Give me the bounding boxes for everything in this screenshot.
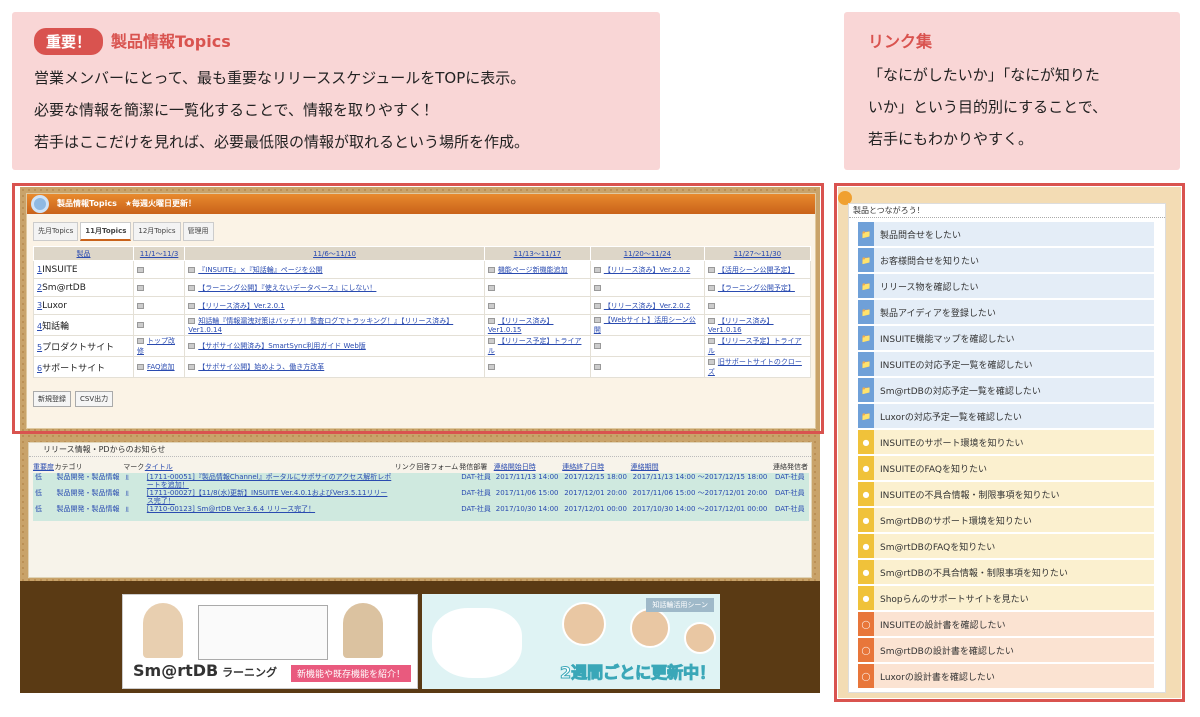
topics-callout: 重要！ 製品情報Topics 営業メンバーにとって、最も重要なリリーススケジュール… (12, 12, 660, 170)
release-table: 重要度 カテゴリ マーク タイトル リンク 回答フォーム 発信部署 連絡開始日時… (33, 461, 809, 521)
column-header[interactable]: 連絡期間 (631, 461, 773, 473)
column-header: マーク (123, 463, 145, 471)
column-header: 回答フォーム (416, 463, 459, 471)
person-image (343, 603, 383, 658)
column-header[interactable]: タイトル (145, 461, 395, 473)
person-image (562, 602, 606, 646)
person-image (684, 622, 716, 654)
period-cell: 2017/11/13 14:00 ～2017/12/15 18:00 (630, 473, 773, 489)
period-cell: 2017/11/06 15:00 ～2017/12/01 20:00 (630, 489, 773, 505)
title-link: [1711-00027]【11/8(水)更新】INSUITE Ver.4.0.1… (144, 489, 395, 505)
column-header: 連絡発信者 (772, 463, 808, 471)
mark-icon: ⫫ (123, 489, 145, 505)
importance-cell: 低 (33, 489, 55, 505)
callout-line: 若手はここだけを見れば、必要最低限の情報が取れるという場所を作成。 (34, 133, 530, 151)
smartdb-learning-banner[interactable]: Sm@rtDB ラーニング 新機能や既存機能を紹介！ (122, 594, 418, 689)
banner-headline: 2週間ごとに更新中！ (559, 663, 716, 683)
highlight-frame-links (834, 183, 1185, 702)
callout-line: 必要な情報を簡潔に一覧化することで、情報を取りやすく！ (34, 101, 438, 119)
person-image (143, 603, 183, 658)
period-cell: 2017/10/30 14:00 ～2017/12/01 00:00 (630, 505, 773, 521)
banner-tag: 新機能や既存機能を紹介！ (290, 665, 411, 682)
chiwawa-usecase-banner[interactable]: 知話輪活用シーン 2週間ごとに更新中！ (422, 594, 720, 689)
dept-cell: DAT-社員 (459, 489, 494, 505)
end-cell: 2017/12/01 20:00 (562, 489, 631, 505)
callout-line: 「なにがしたいか」「なにが知りた (868, 66, 1100, 84)
start-cell: 2017/11/06 15:00 (493, 489, 563, 505)
callout-line: 営業メンバーにとって、最も重要なリリーススケジュールをTOPに表示。 (34, 69, 526, 87)
start-cell: 2017/10/30 14:00 (493, 505, 563, 521)
column-header[interactable]: 連絡終了日時 (562, 461, 630, 473)
end-cell: 2017/12/15 18:00 (562, 473, 631, 489)
end-cell: 2017/12/01 00:00 (562, 505, 631, 521)
category-cell: 製品開発・製品情報 (54, 505, 124, 521)
importance-cell: 低 (33, 473, 55, 489)
highlight-frame-topics (12, 183, 824, 434)
title-link: [1710-00123] Sm@rtDB Ver.3.6.4 リリース完了！ (144, 505, 395, 521)
sender-cell: DAT-社員 (772, 505, 809, 521)
links-callout: リンク集 「なにがしたいか」「なにが知りた いか」という目的別にすることで、 若… (844, 12, 1180, 170)
mark-icon: ⫫ (123, 473, 145, 489)
category-cell: 製品開発・製品情報 (54, 489, 124, 505)
column-header[interactable]: 重要度 (33, 461, 55, 473)
mark-icon: ⫫ (123, 505, 145, 521)
callout-title: 製品情報Topics (111, 32, 231, 51)
sender-cell: DAT-社員 (772, 489, 809, 505)
callout-title: リンク集 (868, 32, 933, 51)
column-header: リンク (394, 463, 416, 471)
table-row[interactable]: 低製品開発・製品情報 ⫫ [1711-00051]『製品情報Channel』ポータル… (33, 473, 809, 489)
sender-cell: DAT-社員 (772, 473, 809, 489)
category-cell: 製品開発・製品情報 (54, 473, 124, 489)
person-image (630, 608, 670, 648)
release-panel: リリース情報・PDからのお知らせ 重要度 カテゴリ マーク タイトル リンク 回… (28, 442, 812, 578)
dept-cell: DAT-社員 (459, 505, 494, 521)
dept-cell: DAT-社員 (459, 473, 494, 489)
whiteboard-image (198, 605, 328, 660)
table-row[interactable]: 低製品開発・製品情報 ⫫ [1710-00123] Sm@rtDB Ver.3.6.… (33, 505, 809, 521)
title-link: [1711-00051]『製品情報Channel』ポータルにサポサイのアクセス解… (144, 473, 395, 489)
banner-tag: 知話輪活用シーン (646, 598, 714, 612)
callout-line: いか」という目的別にすることで、 (868, 98, 1108, 116)
column-header: 発信部署 (459, 463, 488, 471)
mascot-image (432, 608, 522, 678)
release-header: リリース情報・PDからのお知らせ (29, 443, 811, 457)
column-header: カテゴリ (54, 463, 83, 471)
column-header[interactable]: 連絡開始日時 (494, 461, 562, 473)
table-row[interactable]: 低製品開発・製品情報 ⫫ [1711-00027]【11/8(水)更新】INSUIT… (33, 489, 809, 505)
importance-cell: 低 (33, 505, 55, 521)
start-cell: 2017/11/13 14:00 (493, 473, 563, 489)
callout-line: 若手にもわかりやすく。 (868, 130, 1034, 148)
important-badge: 重要！ (34, 28, 104, 55)
banner-logo: Sm@rtDB ラーニング (133, 661, 278, 680)
